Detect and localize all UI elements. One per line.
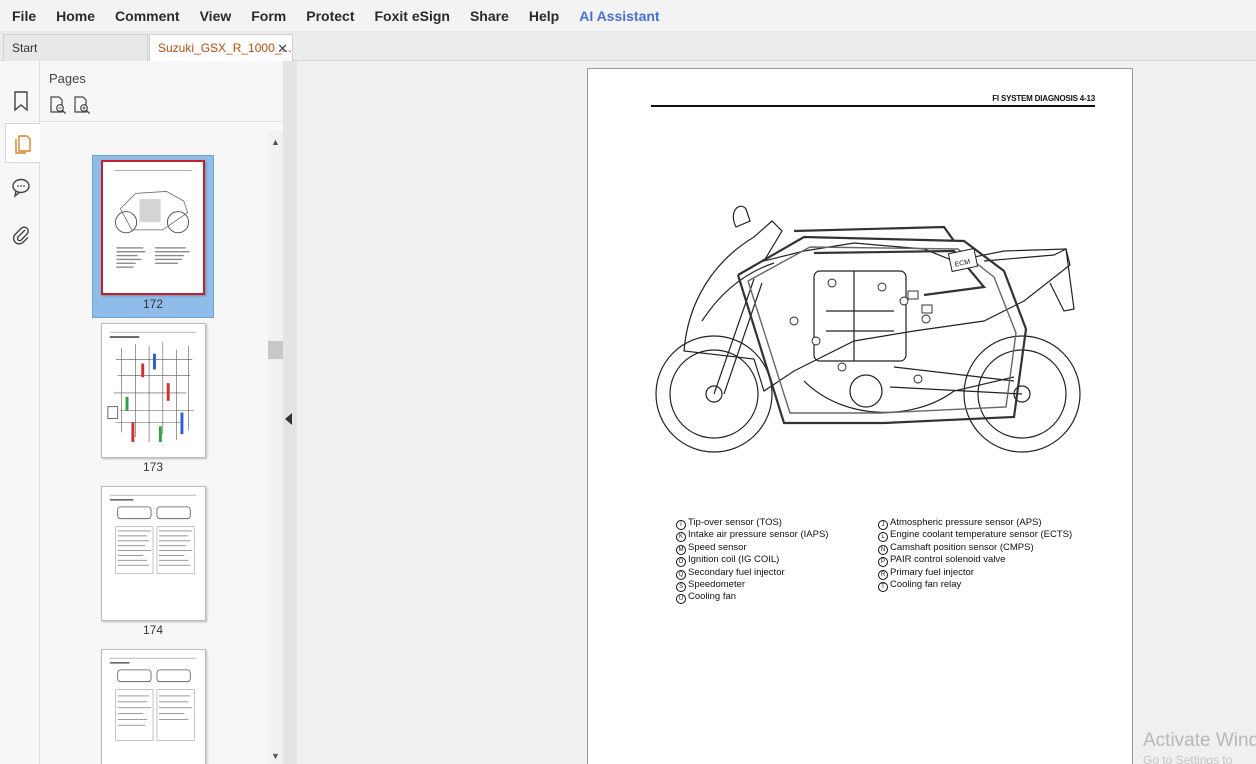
menu-home[interactable]: Home	[46, 0, 105, 32]
legend-text: Camshaft position sensor (CMPS)	[890, 541, 1034, 553]
thumbnail-preview-173	[107, 331, 197, 442]
legend-text: Engine coolant temperature sensor (ECTS)	[890, 529, 1073, 541]
thumbnail-list: 172 173 174	[40, 131, 268, 764]
legend-text: Atmospheric pressure sensor (APS)	[890, 517, 1042, 528]
menu-file[interactable]: File	[0, 0, 46, 32]
page-thumbnail-173[interactable]	[101, 323, 206, 458]
zoom-out-page-icon	[50, 96, 66, 114]
menu-ai-assistant[interactable]: AI Assistant	[569, 0, 669, 32]
legend-item: N Camshaft position sensor (CMPS)	[878, 541, 1072, 555]
thumbnail-label-174: 174	[142, 623, 164, 637]
menu-protect[interactable]: Protect	[296, 0, 364, 32]
pages-panel: Pages 172 173 174	[40, 61, 283, 764]
zoom-in-thumbnails-button[interactable]	[72, 95, 92, 115]
menu-share[interactable]: Share	[460, 0, 519, 32]
bookmarks-button[interactable]	[5, 81, 37, 121]
attachments-button[interactable]	[5, 215, 37, 255]
thumbnail-preview-174	[109, 494, 197, 574]
legend-text: Secondary fuel injector	[688, 566, 785, 578]
thumbnail-label-172: 172	[142, 297, 164, 311]
legend-text: Tip-over sensor (TOS)	[688, 517, 782, 528]
legend-item: T Cooling fan relay	[878, 578, 1072, 592]
legend-item: Q Secondary fuel injector	[676, 566, 828, 580]
legend-text: Cooling fan relay	[890, 578, 962, 590]
legend-item: I Tip-over sensor (TOS)	[676, 517, 828, 530]
motorcycle-wiring-figure: ECM	[655, 205, 1081, 453]
legend-text: Speedometer	[688, 578, 746, 590]
legend-text: PAIR control solenoid valve	[890, 554, 1006, 566]
comments-button[interactable]	[5, 167, 37, 207]
menu-view[interactable]: View	[190, 0, 242, 32]
legend-item: L Engine coolant temperature sensor (ECTS…	[878, 529, 1073, 543]
zoom-out-thumbnails-button[interactable]	[48, 95, 68, 115]
panel-collapse-handle[interactable]	[283, 61, 297, 764]
legend-item: P PAIR control solenoid valve	[878, 554, 1072, 568]
legend-marker: T	[878, 581, 888, 592]
tab-bar: Start Suzuki_GSX_R_1000_... ✕	[0, 32, 1256, 62]
menu-foxit-esign[interactable]: Foxit eSign	[364, 0, 459, 32]
legend-marker: P	[878, 557, 888, 568]
legend-marker: K	[676, 532, 686, 543]
menu-comment[interactable]: Comment	[105, 0, 190, 32]
activation-watermark-subtext: Go to Settings to	[1143, 753, 1233, 764]
legend-column-right: J Atmospheric pressure sensor (APS) L Engi…	[878, 517, 1073, 592]
legend-item: S Speedometer	[676, 578, 828, 592]
page-thumbnail-next[interactable]	[101, 649, 206, 764]
menu-form[interactable]: Form	[241, 0, 296, 32]
legend-item: R Primary fuel injector	[878, 566, 1072, 580]
bookmark-icon	[14, 91, 28, 112]
paperclip-icon	[12, 226, 29, 245]
legend-item: M Speed sensor	[676, 541, 828, 555]
legend-item: K Intake air pressure sensor (IAPS)	[676, 529, 829, 543]
legend-text: Speed sensor	[688, 541, 747, 553]
pages-icon	[15, 135, 31, 154]
navigation-rail	[0, 61, 40, 764]
thumbnail-preview-next	[109, 657, 197, 741]
legend-item: U Cooling fan	[676, 591, 828, 605]
page-header: FI SYSTEM DIAGNOSIS 4-13	[651, 93, 1095, 107]
comment-icon	[12, 178, 30, 198]
legend-text: Intake air pressure sensor (IAPS)	[688, 529, 829, 541]
legend-text: Cooling fan	[688, 591, 737, 603]
thumbnail-label-173: 173	[142, 460, 164, 474]
pdf-page: FI SYSTEM DIAGNOSIS 4-13 ECM I Tip-over …	[587, 68, 1133, 764]
tab-start-label: Start	[12, 41, 38, 55]
legend-item: J Atmospheric pressure sensor (APS)	[878, 517, 1072, 530]
document-view[interactable]: FI SYSTEM DIAGNOSIS 4-13 ECM I Tip-over …	[297, 61, 1256, 764]
tab-start[interactable]: Start	[3, 34, 148, 61]
menu-bar: File Home Comment View Form Protect Foxi…	[0, 0, 1256, 32]
tab-document-label: Suzuki_GSX_R_1000_...	[158, 41, 292, 55]
legend-marker: O	[676, 557, 686, 568]
menu-help[interactable]: Help	[519, 0, 569, 32]
zoom-in-page-icon	[74, 96, 90, 114]
close-icon[interactable]: ✕	[277, 35, 288, 62]
pages-panel-title: Pages	[49, 71, 86, 86]
activation-watermark: Activate Wind	[1143, 730, 1256, 751]
legend-text: Primary fuel injector	[890, 566, 974, 578]
panel-divider	[40, 121, 283, 122]
scroll-down-icon[interactable]: ▼	[268, 749, 283, 764]
page-header-text: FI SYSTEM DIAGNOSIS 4-13	[992, 94, 1095, 103]
tab-document[interactable]: Suzuki_GSX_R_1000_... ✕	[149, 34, 293, 62]
scroll-up-icon[interactable]: ▲	[268, 135, 283, 150]
scrollbar-thumb[interactable]	[268, 341, 283, 359]
legend-text: Ignition coil (IG COIL)	[688, 554, 780, 566]
thumbnail-scrollbar[interactable]: ▲ ▼	[268, 131, 283, 764]
legend-marker: U	[676, 594, 686, 605]
pages-button[interactable]	[5, 123, 40, 163]
legend-column-left: I Tip-over sensor (TOS) K Intake air press…	[676, 517, 829, 605]
thumbnail-preview-172	[114, 170, 192, 268]
legend-marker: L	[878, 532, 888, 543]
legend-item: O Ignition coil (IG COIL)	[676, 554, 828, 568]
page-thumbnail-174[interactable]	[101, 486, 206, 621]
page-thumbnail-172[interactable]	[101, 160, 205, 295]
collapse-left-icon[interactable]	[285, 413, 292, 425]
